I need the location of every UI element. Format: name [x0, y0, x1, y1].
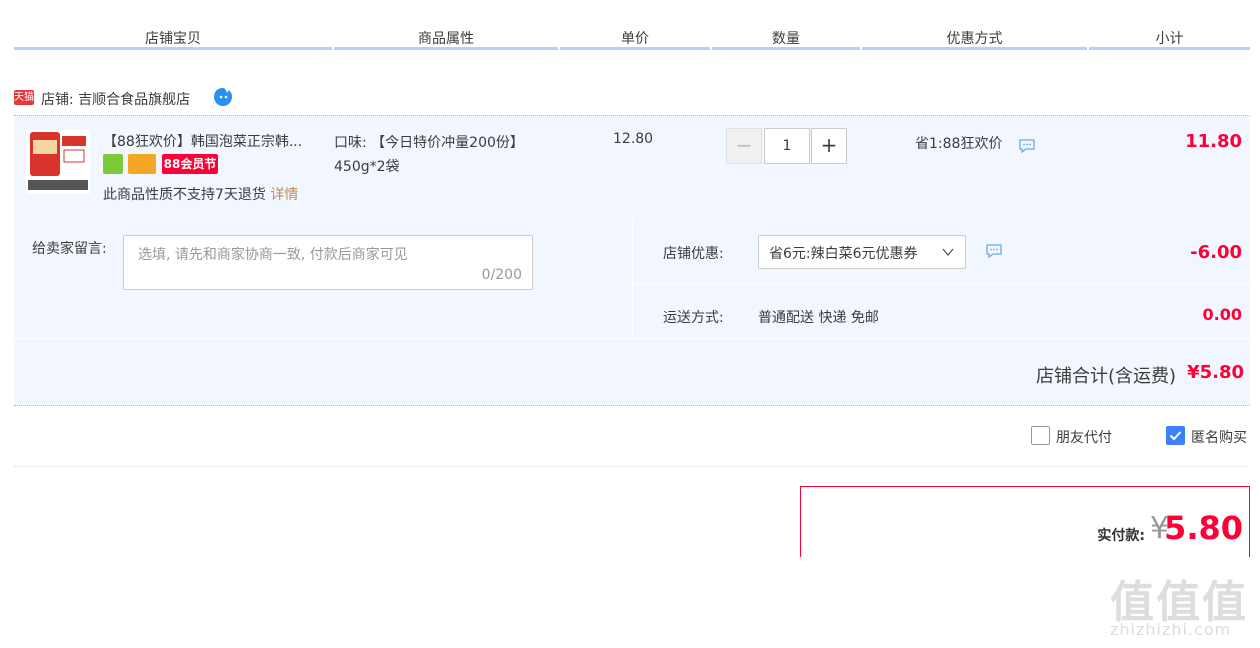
shipping-label: 运送方式:	[663, 310, 724, 326]
88-festival-badge: 88会员节	[162, 154, 218, 174]
anonymous-buy-label: 匿名购买	[1191, 430, 1247, 446]
quantity-input[interactable]: 1	[764, 128, 810, 164]
message-char-counter: 0/200	[481, 267, 522, 283]
header-attributes: 商品属性	[418, 31, 474, 47]
checkmark-icon	[1169, 431, 1182, 441]
header-quantity: 数量	[772, 31, 800, 47]
order-item-row: 【88狂欢价】韩国泡菜正宗韩... 88会员节 此商品性质不支持7天退货 详情 …	[14, 115, 1250, 218]
header-underline	[1089, 47, 1250, 50]
quantity-decrease-button[interactable]: −	[726, 128, 762, 164]
header-underline	[14, 47, 332, 50]
comment-icon[interactable]	[1018, 138, 1036, 154]
shop-coupon-label: 店铺优惠:	[663, 246, 724, 262]
panel-divider	[632, 218, 633, 338]
unit-price: 12.80	[613, 131, 654, 147]
panel-divider	[633, 283, 1250, 284]
quantity-increase-button[interactable]: +	[811, 128, 847, 164]
friend-pay-option[interactable]: 朋友代付	[1031, 426, 1121, 446]
message-label: 给卖家留言:	[32, 241, 107, 257]
product-thumbnail[interactable]	[26, 130, 90, 194]
header-discount: 优惠方式	[946, 31, 1003, 47]
item-subtotal: 11.80	[1185, 131, 1242, 152]
shop-total-label: 店铺合计(含运费)	[1035, 366, 1176, 387]
shipping-method: 普通配送 快递 免邮	[758, 310, 879, 326]
header-underline	[560, 47, 710, 50]
header-underline	[334, 47, 558, 50]
friend-pay-label: 朋友代付	[1056, 430, 1112, 446]
product-attribute: 口味: 【今日特价冲量200份】450g*2袋	[334, 135, 524, 175]
shipping-fee: 0.00	[1202, 305, 1242, 324]
payment-label: 实付款:	[1097, 528, 1145, 544]
card-badge-icon	[128, 154, 156, 174]
header-shop-item: 店铺宝贝	[145, 31, 201, 47]
anonymous-buy-option[interactable]: 匿名购买	[1166, 426, 1256, 446]
shop-name-link[interactable]: 店铺: 吉顺合食品旗舰店	[41, 89, 190, 109]
comment-icon[interactable]	[985, 243, 1003, 259]
header-underline	[862, 47, 1087, 50]
panel-divider	[14, 338, 1250, 339]
shop-coupon-amount: -6.00	[1190, 242, 1242, 263]
no-return-text: 此商品性质不支持7天退货	[103, 187, 266, 203]
shop-coupon-select[interactable]: 省6元:辣白菜6元优惠券	[758, 235, 966, 269]
green-badge-icon	[103, 154, 123, 174]
tmall-badge: 天猫	[14, 90, 34, 105]
header-underline	[712, 47, 860, 50]
shop-total-value: ¥5.80	[1187, 362, 1244, 383]
section-divider	[14, 466, 1250, 468]
chevron-down-icon	[942, 248, 954, 257]
friend-pay-checkbox[interactable]	[1031, 426, 1050, 445]
payment-amount: 5.80	[1164, 509, 1243, 547]
product-title-link[interactable]: 【88狂欢价】韩国泡菜正宗韩...	[103, 131, 302, 151]
header-subtotal: 小计	[1155, 31, 1184, 47]
watermark-url: zhizhizhi.com	[1110, 620, 1232, 639]
message-placeholder: 选填, 请先和商家协商一致, 付款后商家可见	[138, 247, 408, 263]
header-unit-price: 单价	[621, 31, 649, 47]
payment-summary-box: 实付款: ¥ 5.80	[800, 486, 1250, 557]
no-return-notice: 此商品性质不支持7天退货 详情	[103, 184, 298, 204]
wangwang-chat-icon[interactable]	[212, 87, 234, 107]
anonymous-buy-checkbox[interactable]	[1166, 426, 1185, 445]
detail-link[interactable]: 详情	[270, 187, 298, 203]
message-textarea[interactable]: 选填, 请先和商家协商一致, 付款后商家可见 0/200	[123, 235, 533, 290]
promotion-text: 省1:88狂欢价	[915, 136, 1003, 152]
order-options-panel: 给卖家留言: 选填, 请先和商家协商一致, 付款后商家可见 0/200 店铺优惠…	[14, 218, 1250, 406]
shop-coupon-selected: 省6元:辣白菜6元优惠券	[769, 246, 918, 262]
